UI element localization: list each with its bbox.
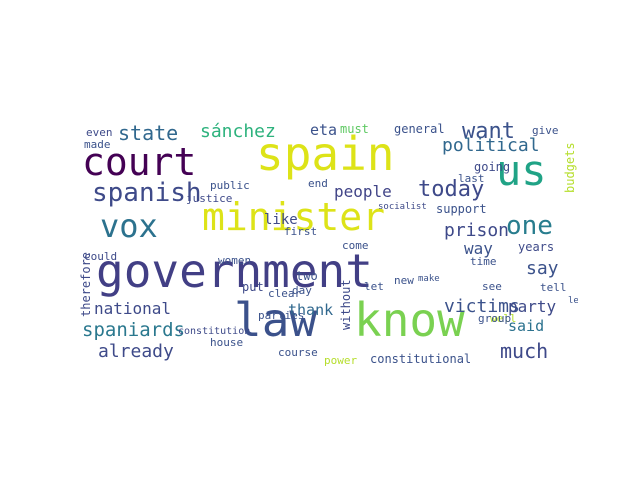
word: much: [500, 339, 549, 363]
word: clear: [268, 287, 302, 300]
word: prison: [444, 220, 510, 241]
word: constitutional: [370, 352, 472, 366]
word: budgets: [563, 142, 577, 193]
word: without: [339, 279, 353, 330]
word: years: [518, 240, 555, 254]
word: national: [94, 299, 172, 318]
word: group: [478, 312, 512, 325]
word: general: [394, 122, 445, 136]
word: way: [464, 239, 493, 258]
word: tell: [540, 281, 567, 294]
word: let: [364, 280, 384, 293]
word: eta: [310, 121, 338, 139]
word: make: [418, 274, 440, 284]
word: end: [308, 177, 328, 190]
word: new: [394, 274, 414, 287]
word: one: [506, 211, 553, 241]
word: house: [210, 336, 244, 349]
word: socialist: [378, 202, 427, 212]
word: political: [442, 135, 540, 156]
word: therefore: [79, 251, 93, 317]
word: last: [458, 172, 485, 185]
word: support: [436, 202, 487, 216]
word: sánchez: [200, 121, 276, 142]
word: first: [284, 225, 318, 238]
word: must: [340, 122, 369, 136]
word: constitution: [178, 326, 251, 337]
word: already: [98, 341, 174, 362]
word: two: [296, 269, 318, 283]
word-cloud: government spain law know minister court…: [78, 105, 578, 370]
word: say: [526, 258, 559, 279]
word: parties: [258, 309, 305, 322]
word: left: [568, 296, 578, 306]
word: public: [210, 179, 250, 192]
word: people: [334, 182, 392, 201]
word: power: [324, 354, 358, 367]
word: justice: [186, 192, 233, 205]
word: put: [242, 280, 264, 294]
word: come: [342, 239, 369, 252]
word: vox: [100, 207, 158, 245]
word: see: [482, 280, 502, 293]
word: state: [118, 121, 179, 145]
word: give: [532, 124, 559, 137]
word: even: [86, 126, 113, 139]
word: course: [278, 346, 318, 359]
word: women: [218, 254, 252, 267]
word: made: [84, 138, 111, 151]
word: spaniards: [82, 319, 185, 341]
